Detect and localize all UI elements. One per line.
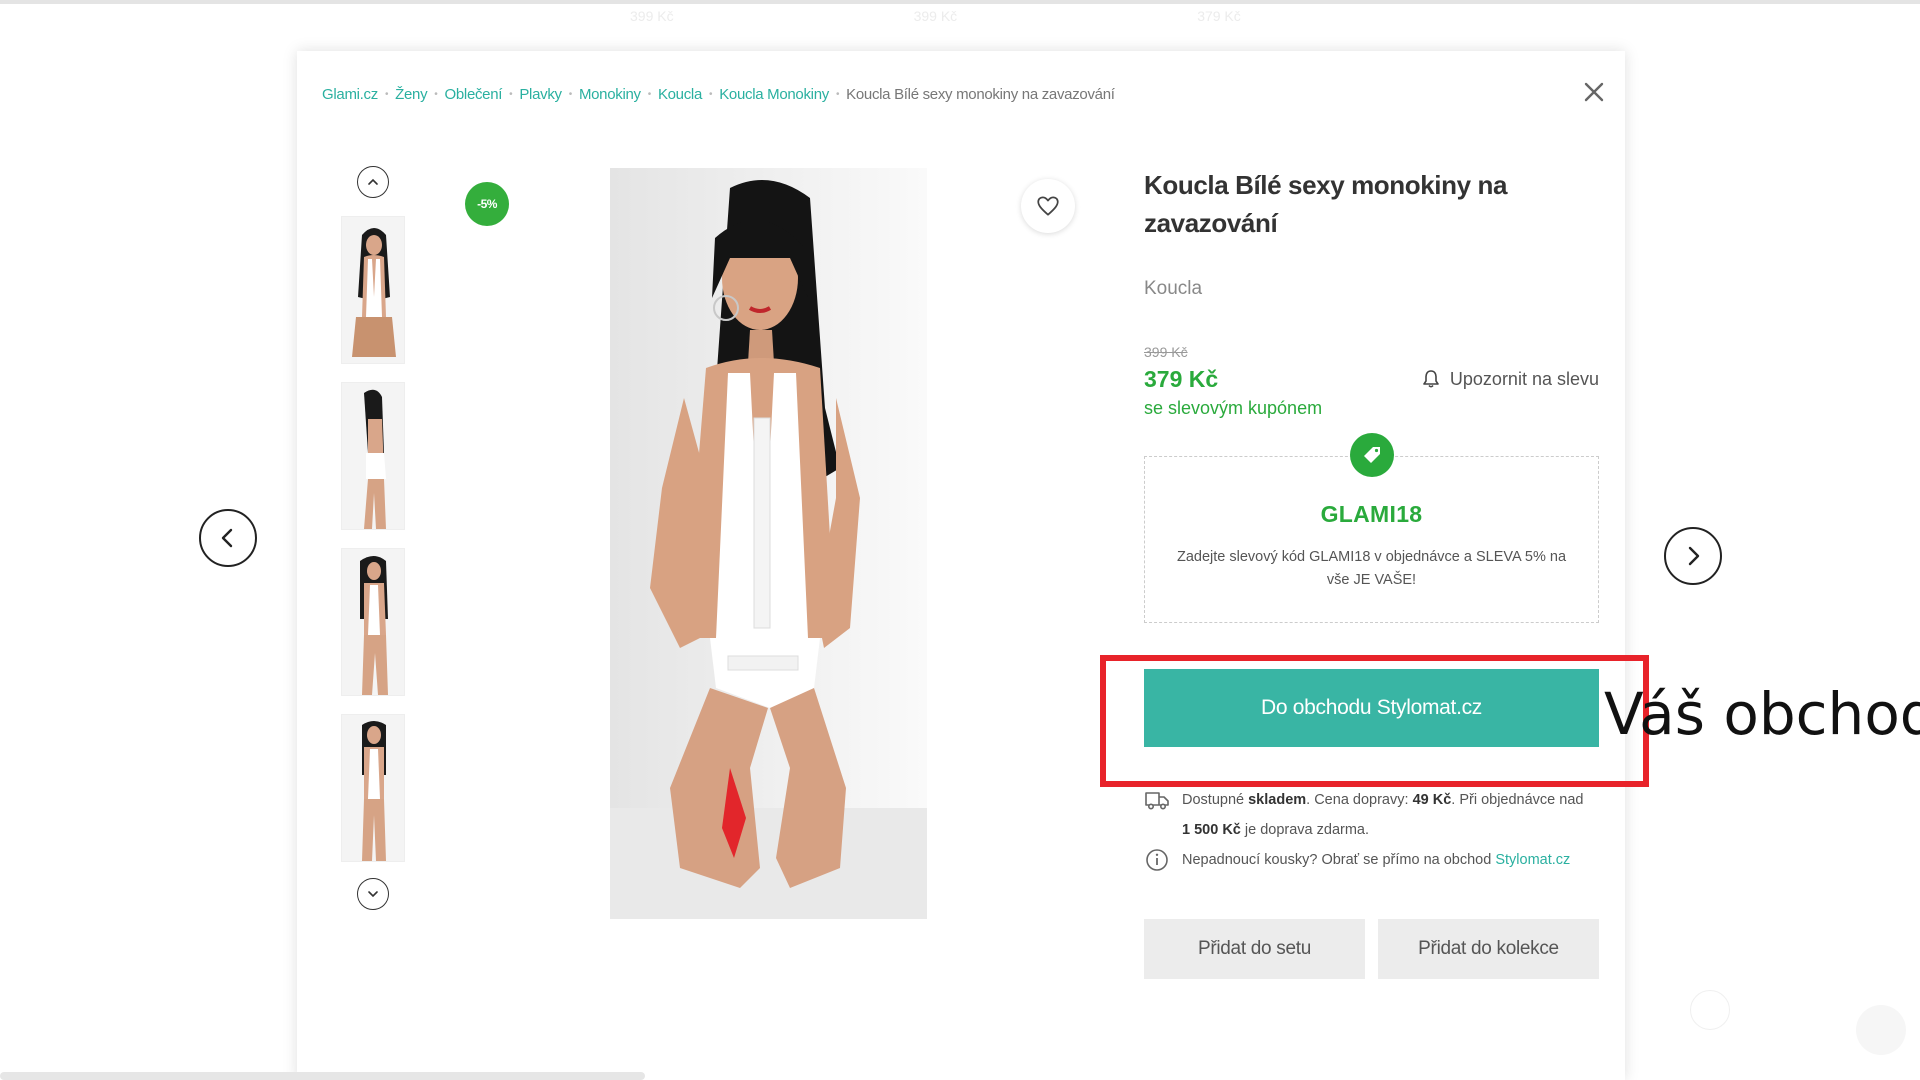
- bell-icon: [1423, 370, 1439, 388]
- truck-icon: [1145, 792, 1169, 810]
- info-icon: [1146, 849, 1168, 871]
- breadcrumb-current: Koucla Bílé sexy monokiny na zavazování: [846, 86, 1115, 103]
- favorite-button[interactable]: [1021, 179, 1075, 233]
- breadcrumb-separator: •: [509, 89, 513, 100]
- delivery-info: Dostupné skladem. Cena dopravy: 49 Kč. P…: [1144, 785, 1599, 845]
- product-info: Koucla Bílé sexy monokiny na zavazování …: [1144, 166, 1599, 979]
- model-thumbnail-image: [342, 549, 404, 695]
- breadcrumb-separator: •: [709, 89, 713, 100]
- product-thumbnail[interactable]: [341, 548, 405, 696]
- notify-discount-label: Upozornit na slevu: [1449, 368, 1599, 389]
- thumbnail-scroll-up-button[interactable]: [357, 166, 389, 198]
- background-circle: [1690, 990, 1730, 1030]
- coupon-tag: [1350, 433, 1394, 477]
- breadcrumb-link[interactable]: Oblečení: [445, 86, 503, 103]
- delivery-text: Dostupné skladem. Cena dopravy: 49 Kč. P…: [1182, 785, 1583, 845]
- product-meta: Dostupné skladem. Cena dopravy: 49 Kč. P…: [1144, 785, 1599, 875]
- background-price: 399 Kč: [630, 8, 674, 24]
- close-button[interactable]: [1579, 77, 1609, 107]
- product-title: Koucla Bílé sexy monokiny na zavazování: [1144, 170, 1508, 238]
- chevron-left-icon: [221, 528, 233, 548]
- product-thumbnail[interactable]: [341, 382, 405, 530]
- heart-icon: [1037, 196, 1059, 216]
- delivery-text-part: . Cena dopravy:: [1306, 792, 1413, 808]
- breadcrumb-link[interactable]: Plavky: [519, 86, 562, 103]
- coupon-box: GLAMI18 Zadejte slevový kód GLAMI18 v ob…: [1144, 433, 1599, 623]
- background-circle: [1856, 1005, 1906, 1055]
- model-thumbnail-image: [342, 217, 404, 363]
- main-product-image[interactable]: [610, 168, 927, 919]
- go-to-shop-button[interactable]: Do obchodu Stylomat.cz: [1144, 669, 1599, 747]
- model-thumbnail-image: [342, 383, 404, 529]
- delivery-text-part: Dostupné: [1182, 792, 1249, 808]
- shop-link[interactable]: Stylomat.cz: [1495, 852, 1570, 868]
- coupon-code[interactable]: GLAMI18: [1145, 501, 1598, 528]
- annotation-label: Váš obchod: [1604, 680, 1920, 748]
- breadcrumb-link[interactable]: Koucla: [658, 86, 702, 103]
- background-price: 399 Kč: [913, 8, 958, 24]
- next-product-button[interactable]: [1664, 527, 1722, 585]
- breadcrumb-separator: •: [647, 89, 652, 100]
- product-thumbnail[interactable]: [341, 714, 405, 862]
- tag-icon: [1364, 447, 1380, 463]
- product-modal: Glami.cz • Ženy • Oblečení • Plavky • Monoki…: [297, 51, 1625, 1080]
- delivery-text-part: je doprava zdarma.: [1240, 822, 1370, 838]
- model-product-image: [610, 168, 927, 919]
- breadcrumb-link[interactable]: Glami.cz: [322, 86, 378, 103]
- breadcrumb-separator: •: [568, 89, 573, 100]
- model-thumbnail-image: [342, 715, 404, 861]
- background-price: 379 Kč: [1197, 8, 1241, 24]
- add-to-set-button[interactable]: Přidat do setu: [1144, 919, 1365, 979]
- coupon-description: Zadejte slevový kód GLAMI18 v objednávce…: [1176, 549, 1567, 588]
- shipping-price: 49 Kč: [1412, 792, 1452, 808]
- breadcrumb: Glami.cz • Ženy • Oblečení • Plavky • Monoki…: [322, 86, 1115, 103]
- browser-top-border: [0, 0, 1920, 4]
- horizontal-scrollbar[interactable]: [0, 1072, 645, 1080]
- close-icon: [1584, 82, 1604, 102]
- breadcrumb-separator: •: [384, 89, 389, 100]
- add-to-collection-button[interactable]: Přidat do kolekce: [1378, 919, 1599, 979]
- thumbnail-gallery: [341, 166, 405, 910]
- breadcrumb-link[interactable]: Monokiny: [579, 86, 641, 103]
- discount-badge: -5%: [465, 182, 509, 226]
- breadcrumb-link[interactable]: Ženy: [395, 86, 427, 103]
- stock-status: skladem: [1248, 792, 1307, 808]
- breadcrumb-separator: •: [434, 89, 438, 100]
- notify-discount-button[interactable]: Upozornit na slevu: [1420, 368, 1599, 390]
- product-thumbnail[interactable]: [341, 216, 405, 364]
- delivery-text-part: . Při objednávce nad: [1451, 792, 1584, 808]
- free-shipping-threshold: 1 500 Kč: [1182, 822, 1241, 838]
- chevron-right-icon: [1688, 546, 1700, 566]
- price-section: 399 Kč 379 Kč se slevovým kupónem Upozor…: [1144, 344, 1599, 424]
- returns-text-part: Nepadnoucí kousky? Obrať se přímo na obc…: [1182, 852, 1496, 868]
- returns-text: Nepadnoucí kousky? Obrať se přímo na obc…: [1182, 845, 1570, 875]
- coupon-price-note: se slevovým kupónem: [1144, 398, 1323, 418]
- previous-product-button[interactable]: [199, 509, 257, 567]
- breadcrumb-link[interactable]: Koucla Monokiny: [719, 86, 829, 103]
- background-price-row: 399 Kč 399 Kč 379 Kč: [630, 8, 1241, 24]
- breadcrumb-separator: •: [835, 89, 840, 100]
- chevron-up-icon: [368, 178, 378, 185]
- original-price: 399 Kč: [1144, 344, 1188, 360]
- product-brand[interactable]: Koucla: [1144, 278, 1599, 300]
- secondary-actions: Přidat do setu Přidat do kolekce: [1144, 919, 1599, 979]
- thumbnail-scroll-down-button[interactable]: [357, 878, 389, 910]
- returns-info: Nepadnoucí kousky? Obrať se přímo na obc…: [1144, 845, 1599, 875]
- chevron-down-icon: [368, 891, 378, 898]
